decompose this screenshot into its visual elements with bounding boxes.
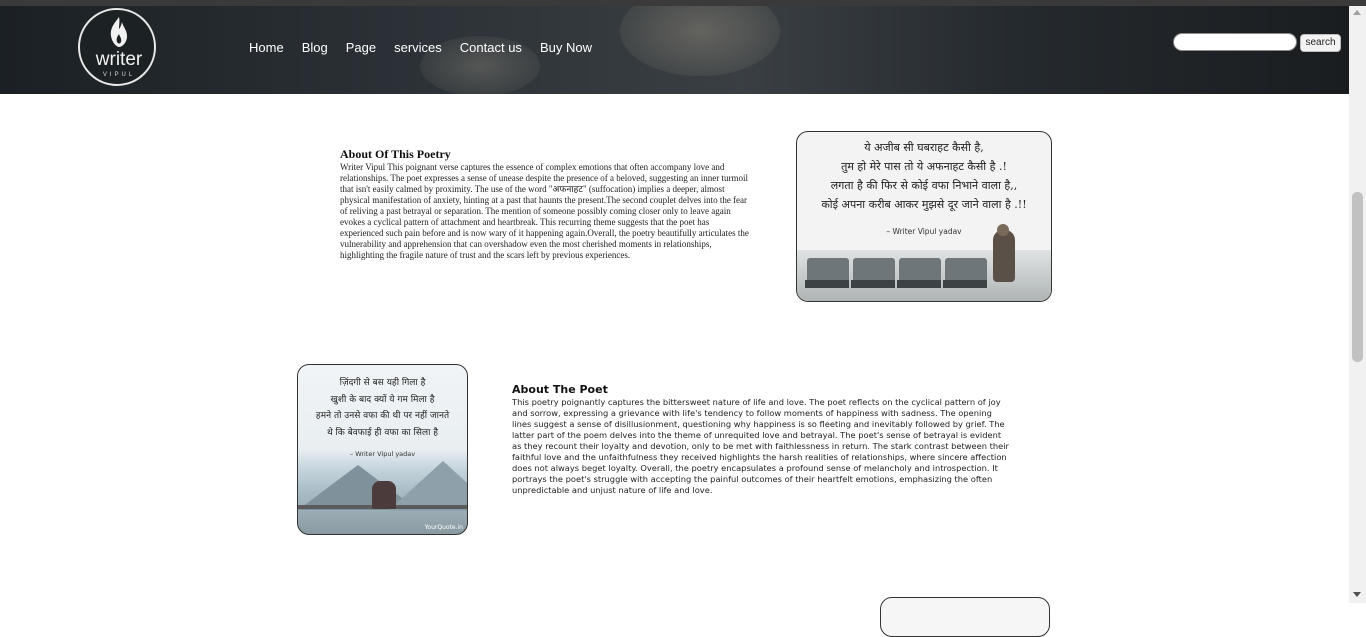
nav-blog[interactable]: Blog <box>302 40 328 55</box>
site-header: writer VIPUL Home Blog Page services Con… <box>0 6 1349 94</box>
main-nav: Home Blog Page services Contact us Buy N… <box>249 40 610 55</box>
mountain-shape <box>388 461 467 511</box>
chair-seat <box>851 280 895 288</box>
scroll-down-arrow-icon[interactable] <box>1353 592 1361 597</box>
chair-shape <box>899 258 941 282</box>
quote-line: खुशी के बाद क्यों ये गम मिला है <box>330 394 435 405</box>
quote-line: ज़िंदगी से बस यही गिला है <box>339 378 426 388</box>
quote-line: थे कि बेवफाई ही वफा का सिला है <box>326 427 439 438</box>
nav-home[interactable]: Home <box>249 40 284 55</box>
quote-author: – Writer Vipul yadav <box>349 450 416 458</box>
search-button[interactable]: search <box>1300 34 1341 52</box>
chair-seat <box>943 280 987 288</box>
quote-lines: ये अजीब सी घबराहट कैसी है, तुम हो मेरे प… <box>797 138 1051 214</box>
person-head <box>997 224 1009 236</box>
chair-shape <box>853 258 895 282</box>
chair-shape <box>945 258 987 282</box>
quote-line: लगता है की फिर से कोई वफा निभाने वाला है… <box>830 179 1018 192</box>
nav-buy-now[interactable]: Buy Now <box>540 40 592 55</box>
nav-services[interactable]: services <box>394 40 442 55</box>
search-input[interactable] <box>1173 33 1297 51</box>
chair-seat <box>897 280 941 288</box>
couple-figure <box>372 481 396 509</box>
about-poetry-text: Writer Vipul This poignant verse capture… <box>340 162 749 260</box>
header-bg-glow <box>620 6 780 76</box>
chair-shape <box>807 258 849 282</box>
image-watermark: YourQuote.in <box>424 524 463 531</box>
quote-line: तुम हो मेरे पास तो ये अफनाहट कैसी है .! <box>841 160 1007 173</box>
poet-quote-image: ज़िंदगी से बस यही गिला है खुशी के बाद क्… <box>297 364 468 535</box>
quote-lines: ज़िंदगी से बस यही गिला है खुशी के बाद क्… <box>298 375 467 441</box>
scrollbar-thumb[interactable] <box>1352 192 1363 362</box>
nav-page[interactable]: Page <box>346 40 376 55</box>
logo-wordmark: writer <box>95 49 143 70</box>
quote-line: कोई अपना करीब आकर मुझसे दूर जाने वाला है… <box>821 198 1027 211</box>
about-poet-text: This poetry poignantly captures the bitt… <box>512 397 1009 495</box>
about-poetry-heading: About Of This Poetry <box>340 147 451 161</box>
poetry-quote-image: ये अजीब सी घबराहट कैसी है, तुम हो मेरे प… <box>796 131 1052 302</box>
nav-contact-us[interactable]: Contact us <box>460 40 522 55</box>
quote-line: हमने तो उनसे वफा की थी पर नहीं जानते <box>315 411 450 421</box>
scroll-up-arrow-icon[interactable] <box>1353 10 1361 15</box>
page-scrollbar[interactable] <box>1349 6 1366 603</box>
next-quote-image <box>880 597 1050 637</box>
site-logo[interactable]: writer VIPUL <box>78 8 156 86</box>
flame-icon <box>110 17 127 47</box>
quote-line: ये अजीब सी घबराहट कैसी है, <box>864 141 984 154</box>
chair-seat <box>805 280 849 288</box>
logo-subtitle: VIPUL <box>102 72 136 78</box>
seated-person-figure <box>993 230 1015 282</box>
about-poet-heading: About The Poet <box>512 383 608 396</box>
